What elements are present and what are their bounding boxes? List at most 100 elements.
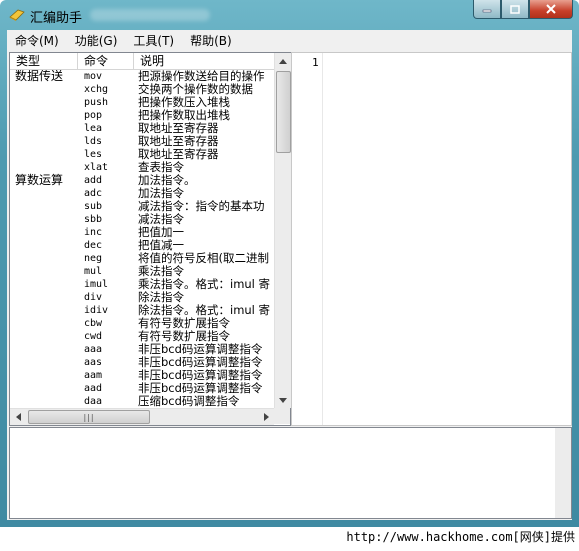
row-command-cell: aam [84, 370, 103, 381]
table-row[interactable]: sbb 减法指令 [10, 213, 274, 226]
table-row[interactable]: 数据传送 mov 把源操作数送给目的操作 [10, 70, 274, 83]
table-row[interactable]: lea 取地址至寄存器 [10, 122, 274, 135]
table-row[interactable]: push 把操作数压入堆栈 [10, 96, 274, 109]
list-header: 类型 命令 说明 [10, 53, 274, 70]
table-row[interactable]: aam 非压bcd码运算调整指令 [10, 369, 274, 382]
table-row[interactable]: les 取地址至寄存器 [10, 148, 274, 161]
minimize-icon [482, 9, 492, 13]
row-type-cell [10, 187, 78, 200]
row-command-cell: dec [84, 240, 103, 251]
scroll-right-arrow-icon[interactable] [258, 409, 274, 425]
row-command-cell: div [84, 292, 103, 303]
table-row[interactable]: neg 将值的符号反相(取二进制 [10, 252, 274, 265]
row-command-cell: cbw [84, 318, 103, 329]
table-row[interactable]: 算数运算 add 加法指令。 [10, 174, 274, 187]
row-type-cell [10, 252, 78, 265]
table-row[interactable]: aaa 非压bcd码运算调整指令 [10, 343, 274, 356]
row-description-cell: 有符号数扩展指令 [138, 330, 230, 343]
row-type-cell [10, 148, 78, 161]
client-area: 命令(M) 功能(G) 工具(T) 帮助(B) 类型 命令 说明 数据传送 mov… [7, 30, 572, 520]
row-description-cell: 加法指令 [138, 187, 184, 200]
row-description-cell: 把操作数取出堆栈 [138, 109, 230, 122]
column-header-description[interactable]: 说明 [134, 53, 274, 69]
table-row[interactable]: idiv 除法指令。格式：imul 寄 [10, 304, 274, 317]
row-description-cell: 取地址至寄存器 [138, 122, 219, 135]
row-type-cell [10, 317, 78, 330]
row-command-cell: mul [84, 266, 103, 277]
row-command-cell: adc [84, 188, 103, 199]
table-row[interactable]: adc 加法指令 [10, 187, 274, 200]
maximize-icon [510, 4, 520, 14]
app-icon [9, 8, 25, 22]
table-row[interactable]: dec 把值减一 [10, 239, 274, 252]
row-description-cell: 非压bcd码运算调整指令 [138, 369, 263, 382]
row-command-cell: sbb [84, 214, 103, 225]
code-editor[interactable]: 1 [291, 52, 572, 426]
scrollbar-corner [274, 408, 290, 424]
row-type-cell [10, 226, 78, 239]
table-row[interactable]: mul 乘法指令 [10, 265, 274, 278]
table-row[interactable]: cwd 有符号数扩展指令 [10, 330, 274, 343]
row-type-cell [10, 265, 78, 278]
table-row[interactable]: lds 取地址至寄存器 [10, 135, 274, 148]
table-row[interactable]: aas 非压bcd码运算调整指令 [10, 356, 274, 369]
output-panel[interactable] [9, 427, 572, 519]
row-type-cell: 算数运算 [15, 173, 64, 187]
row-command-cell: inc [84, 227, 103, 238]
menu-command[interactable]: 命令(M) [7, 30, 67, 50]
maximize-button[interactable] [501, 0, 529, 19]
minimize-button[interactable] [473, 0, 501, 19]
row-description-cell: 除法指令。格式：imul 寄 [138, 304, 271, 317]
row-command-cell: aas [84, 357, 103, 368]
table-row[interactable]: div 除法指令 [10, 291, 274, 304]
row-type-cell [10, 343, 78, 356]
scroll-down-arrow-icon[interactable] [275, 392, 291, 408]
table-row[interactable]: cbw 有符号数扩展指令 [10, 317, 274, 330]
list-rows: 数据传送 mov 把源操作数送给目的操作 xchg 交换两个操作数的数据 push 把操作数… [10, 70, 274, 407]
column-header-type[interactable]: 类型 [10, 53, 78, 69]
table-row[interactable]: sub 减法指令：指令的基本功 [10, 200, 274, 213]
table-row[interactable]: inc 把值加一 [10, 226, 274, 239]
table-row[interactable]: daa 压缩bcd码调整指令 [10, 395, 274, 407]
row-description-cell: 把源操作数送给目的操作 [138, 70, 265, 83]
row-type-cell [10, 330, 78, 343]
menu-help[interactable]: 帮助(B) [182, 30, 240, 50]
row-command-cell: add [84, 175, 103, 186]
row-command-cell: lea [84, 123, 103, 134]
close-button[interactable] [529, 0, 573, 19]
row-description-cell: 压缩bcd码调整指令 [138, 395, 240, 407]
row-command-cell: pop [84, 110, 103, 121]
scroll-left-arrow-icon[interactable] [10, 409, 26, 425]
row-description-cell: 把操作数压入堆栈 [138, 96, 230, 109]
row-type-cell [10, 278, 78, 291]
row-description-cell: 乘法指令。格式：imul 寄 [138, 278, 271, 291]
row-description-cell: 将值的符号反相(取二进制 [138, 252, 269, 265]
title-bar[interactable]: 汇编助手 [0, 0, 579, 30]
menu-bar: 命令(M) 功能(G) 工具(T) 帮助(B) [7, 30, 572, 50]
close-icon [546, 4, 556, 14]
watermark-text: http://www.hackhome.com[网侠]提供 [346, 530, 575, 544]
table-row[interactable]: aad 非压bcd码运算调整指令 [10, 382, 274, 395]
table-row[interactable]: pop 把操作数取出堆栈 [10, 109, 274, 122]
row-type-cell [10, 304, 78, 317]
horizontal-scroll-thumb[interactable]: ||| [28, 410, 150, 424]
menu-function[interactable]: 功能(G) [67, 30, 126, 50]
row-description-cell: 有符号数扩展指令 [138, 317, 230, 330]
line-number: 1 [312, 56, 319, 69]
row-command-cell: lds [84, 136, 103, 147]
vertical-scroll-thumb[interactable] [276, 71, 291, 153]
table-row[interactable]: xchg 交换两个操作数的数据 [10, 83, 274, 96]
row-command-cell: sub [84, 201, 103, 212]
column-header-command[interactable]: 命令 [78, 53, 134, 69]
row-type-cell [10, 382, 78, 395]
scroll-up-arrow-icon[interactable] [275, 53, 291, 69]
table-row[interactable]: imul 乘法指令。格式：imul 寄 [10, 278, 274, 291]
menu-tools[interactable]: 工具(T) [125, 30, 182, 50]
row-description-cell: 非压bcd码运算调整指令 [138, 343, 263, 356]
output-scrollbar[interactable] [555, 428, 571, 518]
row-type-cell [10, 83, 78, 96]
list-vertical-scrollbar[interactable] [274, 53, 291, 408]
list-horizontal-scrollbar[interactable]: ||| [10, 408, 274, 425]
row-type-cell [10, 135, 78, 148]
instruction-list[interactable]: 类型 命令 说明 数据传送 mov 把源操作数送给目的操作 xchg 交换两个操作数的数… [9, 52, 291, 426]
